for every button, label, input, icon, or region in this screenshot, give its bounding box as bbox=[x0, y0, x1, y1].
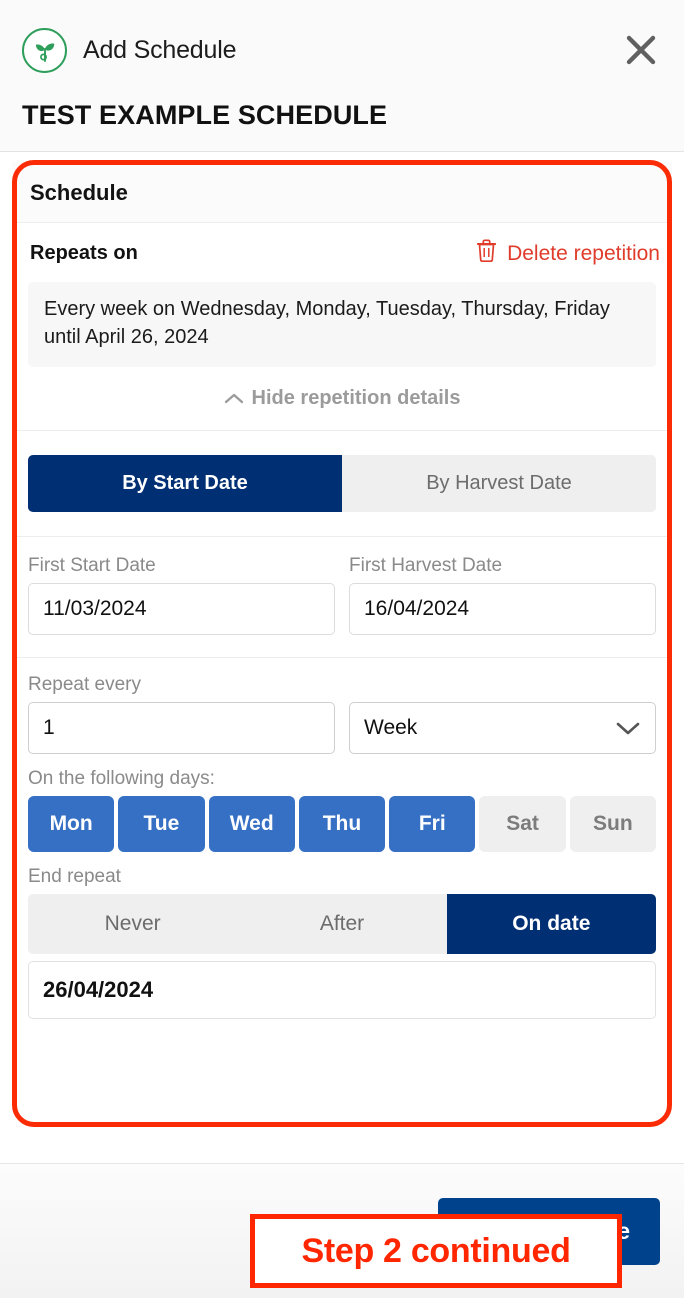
day-toggle-tue[interactable]: Tue bbox=[118, 796, 205, 853]
end-repeat-options: Never After On date bbox=[28, 894, 656, 955]
end-date-wrap bbox=[28, 961, 656, 1020]
close-icon[interactable] bbox=[620, 29, 662, 71]
tab-by-harvest-date[interactable]: By Harvest Date bbox=[342, 455, 656, 513]
repeat-unit-select[interactable]: Week bbox=[349, 702, 656, 755]
repeats-on-label: Repeats on bbox=[30, 242, 138, 264]
repeat-unit-value: Week bbox=[364, 716, 418, 740]
days-label: On the following days: bbox=[28, 768, 215, 790]
end-repeat-never[interactable]: Never bbox=[28, 894, 238, 955]
first-harvest-date-field: First Harvest Date bbox=[349, 555, 656, 636]
date-mode-tabs: By Start Date By Harvest Date bbox=[28, 455, 656, 513]
seedling-icon bbox=[22, 27, 67, 73]
trash-icon bbox=[476, 239, 497, 268]
day-toggle-fri[interactable]: Fri bbox=[389, 796, 476, 853]
repeat-every-label: Repeat every bbox=[28, 674, 142, 696]
modal-header: Add Schedule TEST EXAMPLE SCHEDULE bbox=[0, 0, 684, 152]
tab-by-start-date[interactable]: By Start Date bbox=[28, 455, 342, 513]
end-repeat-on-date[interactable]: On date bbox=[446, 894, 656, 955]
chevron-up-icon bbox=[224, 392, 244, 405]
chevron-down-icon bbox=[615, 720, 641, 736]
delete-repetition-button[interactable]: Delete repetition bbox=[476, 239, 660, 268]
header-top-row: Add Schedule bbox=[22, 22, 662, 78]
repeat-every-inputs: Week bbox=[28, 702, 656, 755]
date-mode-tabs-wrap: By Start Date By Harvest Date bbox=[12, 431, 672, 538]
day-toggle-mon[interactable]: Mon bbox=[28, 796, 115, 853]
page-title: Add Schedule bbox=[83, 35, 237, 64]
repeat-every-block: Repeat every Week bbox=[12, 658, 672, 755]
first-start-date-field: First Start Date bbox=[28, 555, 335, 636]
first-start-date-label: First Start Date bbox=[28, 555, 156, 577]
first-harvest-date-label: First Harvest Date bbox=[349, 555, 503, 577]
days-block: On the following days: Mon Tue Wed Thu F… bbox=[12, 754, 672, 853]
date-fields-row: First Start Date First Harvest Date bbox=[12, 537, 672, 659]
end-repeat-label: End repeat bbox=[28, 866, 121, 888]
header-left: Add Schedule bbox=[22, 27, 237, 73]
end-repeat-after[interactable]: After bbox=[237, 894, 447, 955]
end-date-input[interactable] bbox=[28, 961, 656, 1020]
delete-repetition-label: Delete repetition bbox=[507, 241, 660, 265]
modal-body: Schedule Repeats on Delete repetition Ev… bbox=[0, 152, 684, 1288]
day-toggle-sun[interactable]: Sun bbox=[569, 796, 656, 853]
add-schedule-modal: Add Schedule TEST EXAMPLE SCHEDULE Sched… bbox=[0, 0, 684, 1298]
first-start-date-input[interactable] bbox=[28, 583, 335, 636]
step-annotation-label: Step 2 continued bbox=[250, 1214, 622, 1288]
end-repeat-block: End repeat Never After On date bbox=[12, 852, 672, 1020]
day-toggle-thu[interactable]: Thu bbox=[298, 796, 386, 853]
schedule-card: Schedule Repeats on Delete repetition Ev… bbox=[12, 162, 672, 1020]
day-toggle-wed[interactable]: Wed bbox=[208, 796, 295, 853]
first-harvest-date-input[interactable] bbox=[349, 583, 656, 636]
hide-repetition-details-button[interactable]: Hide repetition details bbox=[12, 367, 672, 432]
hide-repetition-details-label: Hide repetition details bbox=[251, 387, 461, 410]
repeat-interval-input[interactable] bbox=[28, 702, 335, 755]
repeats-on-row: Repeats on Delete repetition bbox=[12, 223, 672, 282]
schedule-section-title: Schedule bbox=[12, 162, 672, 223]
days-row: Mon Tue Wed Thu Fri Sat Sun bbox=[28, 796, 656, 853]
day-toggle-sat[interactable]: Sat bbox=[479, 796, 566, 853]
repetition-summary-text: Every week on Wednesday, Monday, Tuesday… bbox=[28, 282, 656, 368]
schedule-name-heading: TEST EXAMPLE SCHEDULE bbox=[22, 100, 388, 130]
